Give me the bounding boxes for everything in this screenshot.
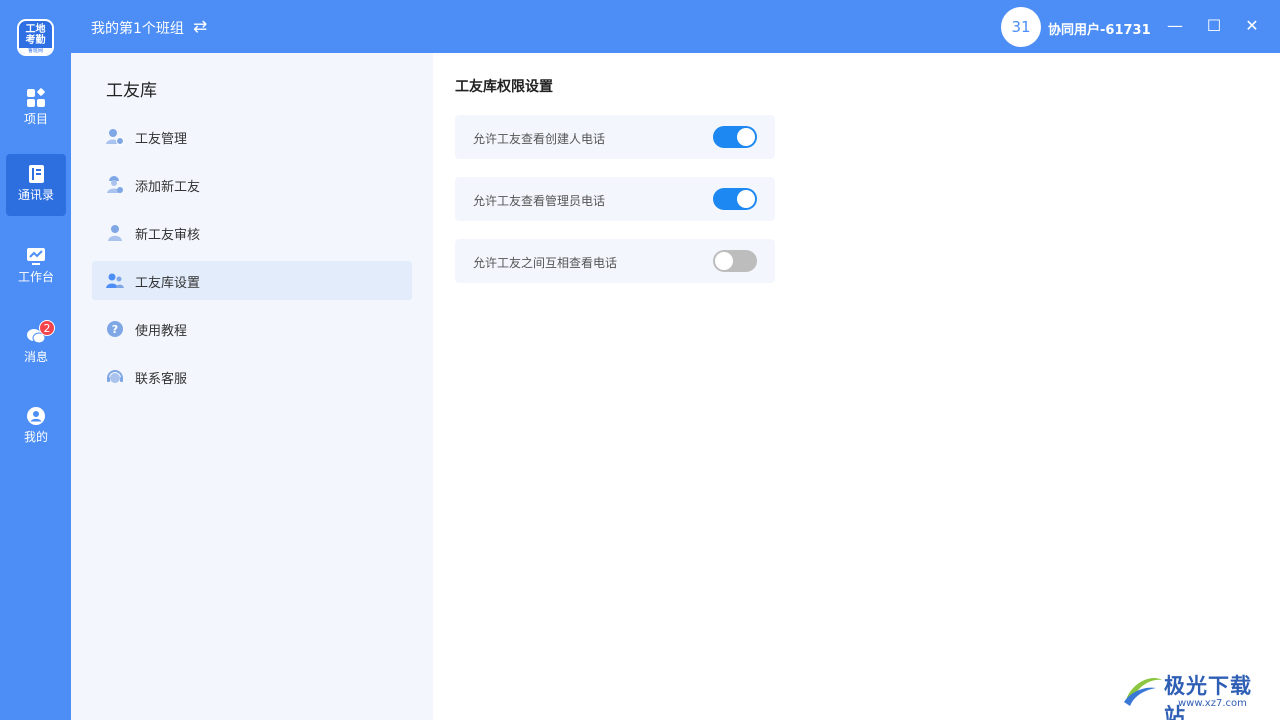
workbench-chart-icon bbox=[27, 248, 45, 265]
user-icon bbox=[108, 225, 122, 241]
menu-item-label: 使用教程 bbox=[135, 324, 188, 339]
swap-arrows-icon[interactable]: ⇄ bbox=[193, 17, 207, 37]
toggle-switch[interactable] bbox=[713, 188, 757, 210]
toggle-knob bbox=[737, 128, 755, 146]
setting-label: 允许工友之间互相查看电话 bbox=[473, 256, 618, 270]
nav-item-project[interactable]: 项目 bbox=[6, 78, 66, 140]
user-circle-icon bbox=[27, 407, 45, 425]
watermark-logo-icon bbox=[1124, 678, 1162, 706]
watermark-text: 极光下载站 bbox=[1164, 674, 1252, 720]
team-name[interactable]: 我的第1个班组 bbox=[91, 18, 184, 38]
nav-label: 消息 bbox=[23, 350, 48, 364]
watermark-url: www.xz7.com bbox=[1178, 698, 1247, 709]
top-bar: 我的第1个班组 ⇄ 31 协同用户-61731 — ☐ ✕ bbox=[71, 0, 1280, 53]
menu-item-customer-service[interactable]: 联系客服 bbox=[92, 357, 412, 396]
unread-badge: 2 bbox=[39, 320, 55, 336]
toggle-switch[interactable] bbox=[713, 250, 757, 272]
nav-rail: 工地 考勤 鲁班网 项目 通讯录 工作台 消息 2 我的 bbox=[0, 0, 71, 720]
content-area: 工友库权限设置 允许工友查看创建人电话 允许工友查看管理员电话 允许工友之间互相… bbox=[433, 53, 1280, 720]
toggle-knob bbox=[715, 252, 733, 270]
menu-item-label: 工友管理 bbox=[135, 132, 188, 147]
close-button[interactable]: ✕ bbox=[1240, 14, 1264, 38]
contacts-book-icon bbox=[29, 165, 44, 183]
add-worker-icon bbox=[107, 176, 123, 193]
menu-item-tutorial[interactable]: ? 使用教程 bbox=[92, 309, 412, 348]
menu-item-add-worker[interactable]: 添加新工友 bbox=[92, 165, 412, 204]
toggle-switch[interactable] bbox=[713, 126, 757, 148]
menu-item-label: 联系客服 bbox=[135, 372, 188, 387]
minimize-button[interactable]: — bbox=[1163, 14, 1187, 38]
nav-label: 通讯录 bbox=[17, 188, 54, 202]
logo-line-1: 工地 bbox=[25, 24, 46, 35]
grid-icon bbox=[27, 88, 45, 107]
menu-item-label: 新工友审核 bbox=[135, 228, 201, 243]
help-circle-icon: ? bbox=[107, 321, 123, 337]
user-settings-icon bbox=[106, 129, 124, 145]
section-title: 工友库权限设置 bbox=[455, 79, 553, 95]
users-gear-icon bbox=[106, 273, 124, 288]
nav-item-mine[interactable]: 我的 bbox=[6, 396, 66, 458]
nav-label: 工作台 bbox=[17, 270, 54, 284]
nav-label: 项目 bbox=[23, 112, 48, 126]
menu-item-worker-management[interactable]: 工友管理 bbox=[92, 117, 412, 156]
setting-label: 允许工友查看管理员电话 bbox=[473, 194, 606, 208]
avatar[interactable]: 31 bbox=[1001, 7, 1041, 47]
nav-item-messages[interactable]: 消息 2 bbox=[6, 316, 66, 378]
menu-item-new-worker-review[interactable]: 新工友审核 bbox=[92, 213, 412, 252]
submenu-panel: 工友库 工友管理 添加新工友 新工友审核 工友库设置 ? 使用教程 联系客服 bbox=[71, 53, 433, 720]
menu-item-label: 添加新工友 bbox=[135, 180, 201, 195]
nav-label: 我的 bbox=[23, 430, 48, 444]
watermark: 极光下载站 www.xz7.com bbox=[1120, 668, 1272, 720]
nav-item-workbench[interactable]: 工作台 bbox=[6, 236, 66, 298]
app-logo: 工地 考勤 鲁班网 bbox=[17, 19, 54, 56]
setting-row-admin-phone: 允许工友查看管理员电话 bbox=[455, 177, 775, 221]
username[interactable]: 协同用户-61731 bbox=[1048, 19, 1151, 38]
setting-row-creator-phone: 允许工友查看创建人电话 bbox=[455, 115, 775, 159]
setting-label: 允许工友查看创建人电话 bbox=[473, 132, 606, 146]
setting-row-mutual-phone: 允许工友之间互相查看电话 bbox=[455, 239, 775, 283]
menu-item-label: 工友库设置 bbox=[135, 276, 201, 291]
logo-sub: 鲁班网 bbox=[19, 48, 52, 54]
svg-text:?: ? bbox=[112, 323, 118, 336]
nav-item-contacts[interactable]: 通讯录 bbox=[6, 154, 66, 216]
menu-item-worker-library-settings[interactable]: 工友库设置 bbox=[92, 261, 412, 300]
submenu-title: 工友库 bbox=[106, 81, 157, 101]
headset-icon bbox=[107, 370, 123, 383]
maximize-button[interactable]: ☐ bbox=[1202, 14, 1226, 38]
logo-line-2: 考勤 bbox=[25, 35, 46, 46]
toggle-knob bbox=[737, 190, 755, 208]
